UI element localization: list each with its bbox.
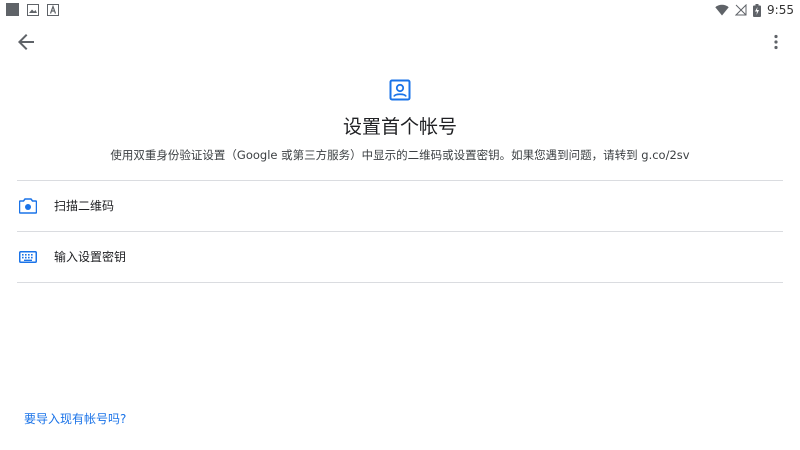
battery-charging-icon xyxy=(753,3,762,17)
camera-icon xyxy=(19,198,37,214)
more-options-button[interactable] xyxy=(764,30,788,54)
wifi-icon xyxy=(715,4,729,16)
scan-qr-code-label: 扫描二维码 xyxy=(54,199,115,213)
keyboard-icon xyxy=(19,251,37,263)
status-bar-notifications xyxy=(6,3,59,16)
image-notification-icon xyxy=(27,3,39,16)
page-description: 使用双重身份验证设置（Google 或第三方服务）中显示的二维码或设置密钥。如果… xyxy=(110,148,690,162)
scan-qr-code-option[interactable]: 扫描二维码 xyxy=(17,181,783,231)
no-signal-icon xyxy=(735,4,747,16)
enter-setup-key-option[interactable]: 输入设置密钥 xyxy=(17,232,783,282)
more-vert-icon xyxy=(774,34,778,50)
back-button[interactable] xyxy=(14,30,38,54)
font-notification-icon xyxy=(47,3,59,16)
import-accounts-link[interactable]: 要导入现有帐号吗? xyxy=(24,410,126,428)
app-notification-icon xyxy=(6,3,19,16)
status-bar: 9:55 xyxy=(0,0,800,20)
toolbar xyxy=(0,20,800,64)
enter-setup-key-label: 输入设置密钥 xyxy=(54,250,127,264)
arrow-back-icon xyxy=(18,34,34,50)
status-bar-system: 9:55 xyxy=(715,2,794,18)
account-box-icon xyxy=(389,79,411,101)
page-title: 设置首个帐号 xyxy=(342,116,457,138)
divider xyxy=(17,282,783,283)
status-time: 9:55 xyxy=(767,3,794,17)
